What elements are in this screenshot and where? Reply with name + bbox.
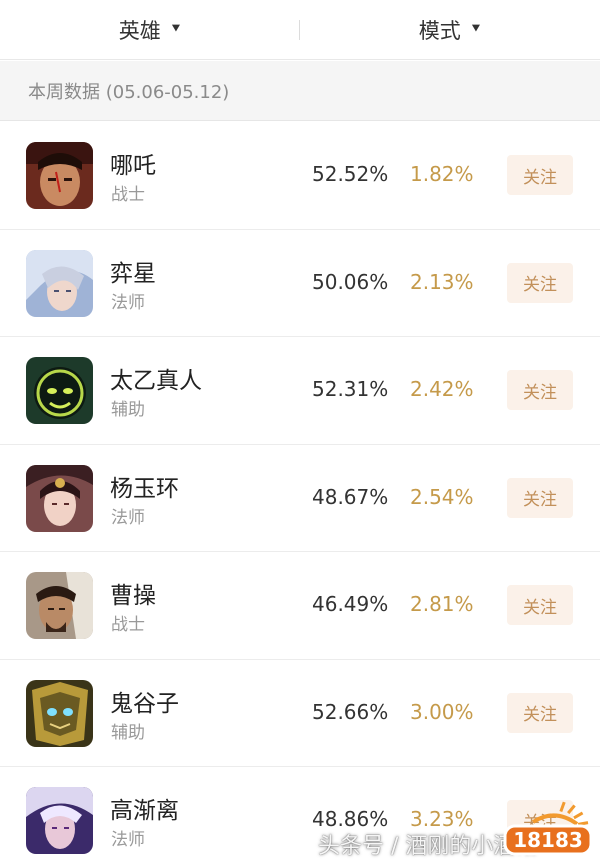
hero-pickrate: 1.82% — [410, 162, 474, 186]
chevron-down-icon: ⯆ — [170, 21, 182, 37]
hero-name: 弈星 — [110, 260, 156, 287]
hero-winrate: 48.67% — [312, 484, 389, 509]
hero-name: 太乙真人 — [110, 368, 202, 394]
hero-name: 曹操 — [110, 583, 156, 609]
hero-name: 哪吒 — [110, 153, 156, 179]
hero-avatar — [26, 249, 93, 317]
hero-avatar — [26, 142, 93, 209]
hero-avatar — [26, 572, 93, 639]
hero-winrate: 52.31% — [312, 377, 389, 401]
follow-button[interactable]: 关注 — [507, 585, 573, 625]
data-period-label: 本周数据 (05.06-05.12) — [28, 82, 230, 103]
hero-row[interactable]: 鬼谷子 辅助 52.66% 3.00% 关注 — [0, 659, 600, 767]
hero-pickrate: 2.81% — [410, 592, 474, 616]
hero-list: 哪吒 战士 52.52% 1.82% 关注 弈星 法师 50.06% 2.13%… — [0, 122, 600, 866]
hero-role: 战士 — [111, 185, 145, 205]
hero-filter-label: 英雄 — [118, 19, 161, 43]
site-logo: 18183 — [503, 800, 593, 862]
hero-role: 法师 — [111, 830, 145, 850]
hero-name: 鬼谷子 — [110, 690, 179, 717]
follow-button[interactable]: 关注 — [507, 155, 573, 195]
follow-button[interactable]: 关注 — [507, 262, 573, 303]
mode-filter-dropdown[interactable]: 模式 ⯆ — [300, 0, 600, 60]
hero-winrate: 50.06% — [312, 269, 389, 294]
logo-text: 18183 — [513, 828, 583, 852]
hero-role: 法师 — [111, 292, 145, 313]
hero-pickrate: 2.54% — [410, 484, 474, 509]
hero-avatar — [26, 787, 93, 854]
hero-row[interactable]: 太乙真人 辅助 52.31% 2.42% 关注 — [0, 337, 600, 445]
hero-role: 法师 — [111, 507, 145, 528]
hero-row[interactable]: 杨玉环 法师 48.67% 2.54% 关注 — [0, 444, 600, 552]
top-filter-bar: 英雄 ⯆ 模式 ⯆ — [0, 0, 600, 60]
hero-pickrate: 2.13% — [410, 269, 474, 294]
hero-row[interactable]: 曹操 战士 46.49% 2.81% 关注 — [0, 552, 600, 660]
mode-filter-label: 模式 — [418, 19, 461, 43]
hero-row[interactable]: 哪吒 战士 52.52% 1.82% 关注 — [0, 122, 600, 230]
hero-row[interactable]: 弈星 法师 50.06% 2.13% 关注 — [0, 229, 600, 337]
hero-filter-dropdown[interactable]: 英雄 ⯆ — [0, 0, 300, 60]
hero-role: 辅助 — [111, 400, 145, 420]
follow-button[interactable]: 关注 — [507, 477, 573, 518]
hero-name: 杨玉环 — [110, 475, 179, 502]
hero-pickrate: 3.00% — [410, 699, 474, 724]
hero-winrate: 52.52% — [312, 162, 389, 186]
hero-role: 辅助 — [111, 722, 145, 743]
follow-button[interactable]: 关注 — [507, 370, 573, 410]
hero-pickrate: 2.42% — [410, 377, 474, 401]
hero-avatar — [26, 679, 93, 747]
hero-winrate: 52.66% — [312, 699, 389, 724]
hero-avatar — [26, 464, 93, 532]
follow-button[interactable]: 关注 — [507, 692, 573, 733]
chevron-down-icon: ⯆ — [470, 21, 482, 37]
stats-header: 本周数据 (05.06-05.12) 胜率 ▼ 出场率 ▲ — [0, 61, 600, 145]
hero-winrate: 46.49% — [312, 592, 389, 616]
hero-avatar — [26, 357, 93, 424]
hero-name: 高渐离 — [110, 798, 179, 824]
hero-role: 战士 — [111, 615, 145, 635]
